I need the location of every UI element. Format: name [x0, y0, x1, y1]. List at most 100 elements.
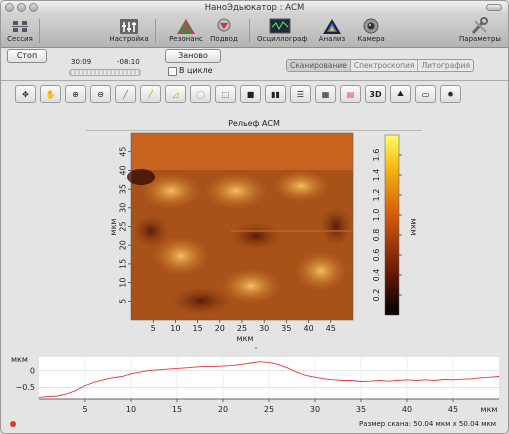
profile-data-point — [93, 381, 95, 383]
image-x-ticks: 5 10 15 20 25 30 35 40 45 — [151, 320, 336, 333]
image-x-tick-label: 20 — [215, 324, 225, 333]
profile-x-tick-label: 35 — [356, 405, 366, 414]
image-y-tick-label: 5 — [119, 299, 128, 304]
colorbar-tick-label: 0.4 — [372, 269, 381, 282]
profile-data-point — [443, 379, 445, 380]
profile-data-point — [185, 367, 187, 369]
image-x-tick-label: 5 — [151, 324, 156, 333]
profile-data-point — [415, 380, 417, 381]
image-x-tick-label: 15 — [193, 324, 203, 333]
image-x-tick-label: 40 — [304, 324, 314, 333]
profile-data-point — [84, 385, 86, 386]
profile-data-point — [489, 376, 491, 378]
image-x-unit: мкм — [237, 334, 254, 343]
colorbar-tick-label: 1.2 — [372, 189, 381, 202]
image-y-tick-label: 40 — [119, 165, 128, 175]
profile-chart: 5 10 15 20 25 30 35 40 45 0 −0.5 мкм мкм — [11, 355, 500, 414]
image-y-tick-label: 45 — [119, 147, 128, 157]
colorbar-unit: мкм — [409, 219, 418, 236]
image-x-tick-label: 30 — [259, 324, 269, 333]
profile-data-point — [130, 373, 132, 375]
profile-data-point — [112, 377, 113, 379]
profile-data-point — [38, 397, 40, 398]
colorbar-tick-label: 0.8 — [372, 229, 381, 242]
profile-data-point — [379, 380, 380, 381]
colorbar-tick-label: 1.6 — [372, 149, 381, 162]
profile-data-point — [287, 367, 288, 369]
profile-data-point — [480, 377, 481, 379]
profile-data-point — [461, 378, 463, 380]
profile-x-tick-label: 15 — [172, 405, 182, 414]
profile-x-label: мкм — [481, 405, 498, 414]
image-x-tick-label: 25 — [237, 324, 247, 333]
profile-data-point — [158, 369, 159, 371]
app-window: НаноЭдьюкатор : АСМ Сессия Настройка Рез… — [0, 0, 509, 434]
image-x-tick-label: 45 — [326, 324, 336, 333]
profile-data-point — [268, 362, 270, 363]
profile-x-tick-label: 5 — [82, 405, 87, 414]
profile-data-point — [452, 379, 454, 381]
profile-data-point — [121, 376, 123, 377]
image-y-tick-label: 20 — [119, 240, 128, 250]
scan-size-label: Размер скана: 50.04 мкм x 50.04 мкм — [358, 420, 496, 428]
profile-x-tick-label: 40 — [402, 405, 412, 414]
image-y-tick-label: 35 — [119, 184, 128, 194]
profile-data-point — [305, 375, 307, 376]
profile-data-point — [498, 376, 500, 377]
profile-data-point — [241, 364, 242, 365]
profile-data-point — [176, 368, 178, 369]
profile-data-point — [369, 380, 371, 382]
afm-topography-image[interactable] — [127, 132, 354, 321]
profile-data-point — [204, 366, 205, 367]
profile-data-point — [47, 396, 49, 397]
profile-data-point — [388, 380, 389, 382]
image-x-tick-label: 35 — [281, 324, 291, 333]
image-y-tick-label: 15 — [119, 259, 128, 269]
profile-data-point — [250, 362, 251, 364]
profile-data-point — [149, 370, 150, 371]
colorbar-tick-label: 0.6 — [372, 249, 381, 262]
profile-x-tick-label: 25 — [264, 405, 274, 414]
profile-data-point — [296, 371, 297, 373]
profile-x-tick-label: 20 — [218, 405, 228, 414]
profile-x-tick-label: 10 — [126, 405, 136, 414]
profile-data-point — [351, 380, 353, 381]
profile-data-point — [167, 368, 169, 370]
profile-data-point — [425, 379, 426, 381]
image-y-ticks: 5 10 15 20 25 30 35 40 45 — [119, 147, 131, 304]
profile-data-point — [139, 371, 141, 373]
colorbar-tick-label: 0.2 — [372, 289, 381, 302]
splitter-handle[interactable]: ˄ — [254, 347, 258, 355]
profile-data-point — [57, 395, 58, 397]
profile-data-point — [195, 366, 196, 368]
profile-data-point — [277, 364, 279, 365]
profile-data-point — [259, 361, 261, 363]
profile-data-point — [231, 365, 233, 366]
image-y-unit: мкм — [109, 219, 118, 236]
profile-data-point — [434, 380, 435, 381]
profile-y-tick-label: −0.5 — [16, 383, 35, 392]
profile-data-point — [471, 378, 472, 380]
image-x-tick-label: 10 — [170, 324, 180, 333]
afm-image-area: 5 10 15 20 25 30 35 40 45 51015202530354045 мкм … — [11, 132, 500, 414]
profile-y-tick-label: 0 — [30, 366, 35, 375]
colorbar-tick-label: 1.0 — [372, 209, 381, 222]
profile-data-point — [66, 393, 67, 395]
profile-x-tick-label: 30 — [310, 405, 320, 414]
profile-data-point — [406, 379, 408, 381]
profile-data-point — [397, 380, 399, 381]
image-y-tick-label: 30 — [119, 203, 128, 213]
profile-data-point — [360, 381, 362, 382]
profile-data-point — [222, 365, 224, 367]
image-y-tick-label: 10 — [119, 278, 128, 288]
image-y-tick-label: 25 — [119, 221, 128, 231]
profile-data-point — [333, 379, 334, 381]
profile-x-tick-label: 45 — [448, 405, 458, 414]
colorbar — [384, 134, 400, 316]
profile-data-point — [75, 390, 77, 391]
profile-data-point — [342, 380, 343, 381]
profile-data-point — [103, 379, 104, 381]
profile-y-label: мкм — [11, 355, 28, 364]
status-indicator — [10, 421, 16, 427]
profile-data-point — [314, 376, 316, 378]
